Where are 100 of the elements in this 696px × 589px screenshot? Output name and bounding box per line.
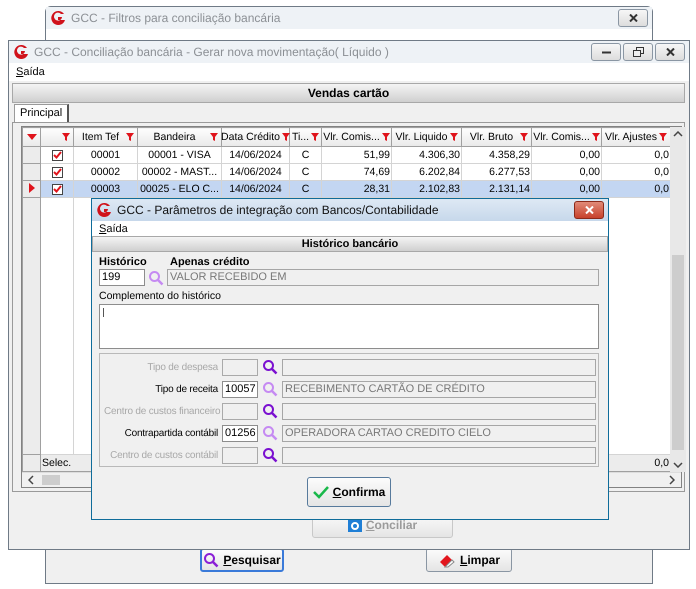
menu-item[interactable]: Saída <box>16 66 45 78</box>
filter-icon <box>62 133 70 141</box>
input-field[interactable] <box>282 402 596 420</box>
footer-total: 0,0 <box>654 457 669 469</box>
close-icon <box>584 206 594 214</box>
search-icon <box>262 447 278 463</box>
table-cell: 4.306,30 <box>419 149 460 161</box>
table-cell: 28,31 <box>364 183 390 195</box>
search-button[interactable]: Pesquisar <box>200 548 284 572</box>
table-cell: 51,99 <box>364 149 390 161</box>
table-cell: 14/06/2024 <box>229 166 282 178</box>
table-cell: 0,00 <box>580 149 600 161</box>
restore-icon <box>632 47 644 57</box>
table-cell: 0,0 <box>654 183 669 195</box>
table-cell: 00002 <box>90 166 120 178</box>
filter-icon <box>592 133 600 141</box>
table-cell: 74,69 <box>364 166 390 178</box>
search-icon <box>262 403 278 419</box>
scroll-right-icon <box>669 475 675 485</box>
close-button[interactable] <box>574 201 604 219</box>
input-field[interactable] <box>222 358 258 376</box>
table-cell: C <box>302 183 310 195</box>
table-cell: 00002 - MAST... <box>142 166 218 178</box>
input-field[interactable]: VALOR RECEBIDO EM <box>167 269 599 286</box>
table-cell: 0,00 <box>580 183 600 195</box>
input-field[interactable]: 10057 <box>222 380 258 398</box>
input-field[interactable] <box>222 446 258 464</box>
input-field[interactable] <box>282 446 596 464</box>
filter-icon <box>450 133 458 141</box>
table-cell: 14/06/2024 <box>229 183 282 195</box>
table-cell: 14/06/2024 <box>229 149 282 161</box>
logo-icon <box>13 44 29 60</box>
input-field[interactable]: 01256 <box>222 424 258 442</box>
filter-icon <box>311 133 320 141</box>
table-cell: 0,0 <box>654 149 669 161</box>
close-icon <box>628 14 638 22</box>
section-header: Vendas cartão <box>12 83 685 103</box>
table-cell: 0,0 <box>654 166 669 178</box>
confirm-button[interactable]: Confirma <box>307 477 391 507</box>
table-cell: 0,00 <box>580 166 600 178</box>
checkbox[interactable] <box>52 150 62 161</box>
menu-item[interactable]: Saída <box>99 222 128 234</box>
search-icon <box>148 270 164 286</box>
field-label: Centro de custos contábil <box>109 450 218 460</box>
input-field[interactable]: 199 <box>99 269 145 286</box>
scroll-thumb[interactable] <box>672 255 684 450</box>
check-icon <box>312 485 329 499</box>
field-label: Tipo de despesa <box>146 362 218 372</box>
search-icon <box>203 552 220 568</box>
vertical-scrollbar[interactable] <box>670 127 686 472</box>
tab[interactable]: Principal <box>14 104 70 122</box>
scroll-up-icon <box>673 131 683 137</box>
table-cell: C <box>302 149 310 161</box>
table-cell: 00025 - ELO C... <box>140 183 219 195</box>
field-label: Complemento do histórico <box>99 290 222 302</box>
scroll-left-icon <box>28 475 34 485</box>
table-cell: 6.202,84 <box>419 166 460 178</box>
search-icon <box>262 425 278 441</box>
sort-arrow-icon <box>26 134 36 140</box>
field-label: Contrapartida contábil <box>124 428 218 438</box>
checkbox[interactable] <box>52 166 62 178</box>
table-cell: 6.277,53 <box>489 166 530 178</box>
table-cell: 00001 <box>90 149 120 161</box>
table-cell: 2.131,14 <box>489 183 530 195</box>
row-pointer-icon <box>28 182 34 192</box>
filter-icon <box>520 133 528 141</box>
table-row[interactable]: 00001 00001 - VISA 14/06/2024 C 51,99 4.306,30 4.358,29 0,00 0,0 <box>22 146 670 164</box>
field-label: Centro de custos financeiro <box>104 406 218 416</box>
filter-icon <box>282 133 290 141</box>
text-area[interactable] <box>99 304 599 349</box>
scroll-down-icon <box>673 462 683 468</box>
filter-icon <box>659 133 667 141</box>
table-cell: 4.358,29 <box>489 149 530 161</box>
minimize-icon <box>602 50 610 54</box>
scroll-thumb[interactable] <box>42 475 60 485</box>
field-label: Tipo de receita <box>154 384 218 394</box>
checkbox[interactable] <box>52 184 62 195</box>
table-cell: C <box>302 166 310 178</box>
search-icon <box>262 381 278 397</box>
field-label: Apenas crédito <box>170 256 250 268</box>
input-field[interactable]: RECEBIMENTO CARTÃO DE CRÉDITO <box>282 380 596 398</box>
window-title: GCC - Conciliação bancária - Gerar nova movimentação( Líquido ) <box>34 45 390 59</box>
table-cell: 00001 - VISA <box>148 149 211 161</box>
input-field[interactable] <box>282 358 596 376</box>
input-field[interactable]: OPERADORA CARTAO CREDITO CIELO <box>282 424 596 442</box>
table-cell: 2.102,83 <box>419 183 460 195</box>
table-row[interactable]: 00003 00025 - ELO C... 14/06/2024 C 28,31 2.102,83 2.131,14 0,00 0,0 <box>22 180 670 198</box>
logo-icon <box>96 202 112 218</box>
section-header: Histórico bancário <box>92 236 608 252</box>
table-cell: 00003 <box>90 183 120 195</box>
close-icon <box>666 48 674 56</box>
filter-icon <box>126 133 134 141</box>
input-field[interactable] <box>222 402 258 420</box>
footer-label: Selec. <box>42 457 72 469</box>
field-label: Histórico <box>99 256 148 268</box>
eraser-icon <box>438 552 456 568</box>
filter-icon <box>382 133 390 141</box>
window-title: GCC - Filtros para conciliação bancária <box>71 11 282 25</box>
clear-button[interactable]: Limpar <box>426 548 512 572</box>
search-icon <box>262 359 278 375</box>
